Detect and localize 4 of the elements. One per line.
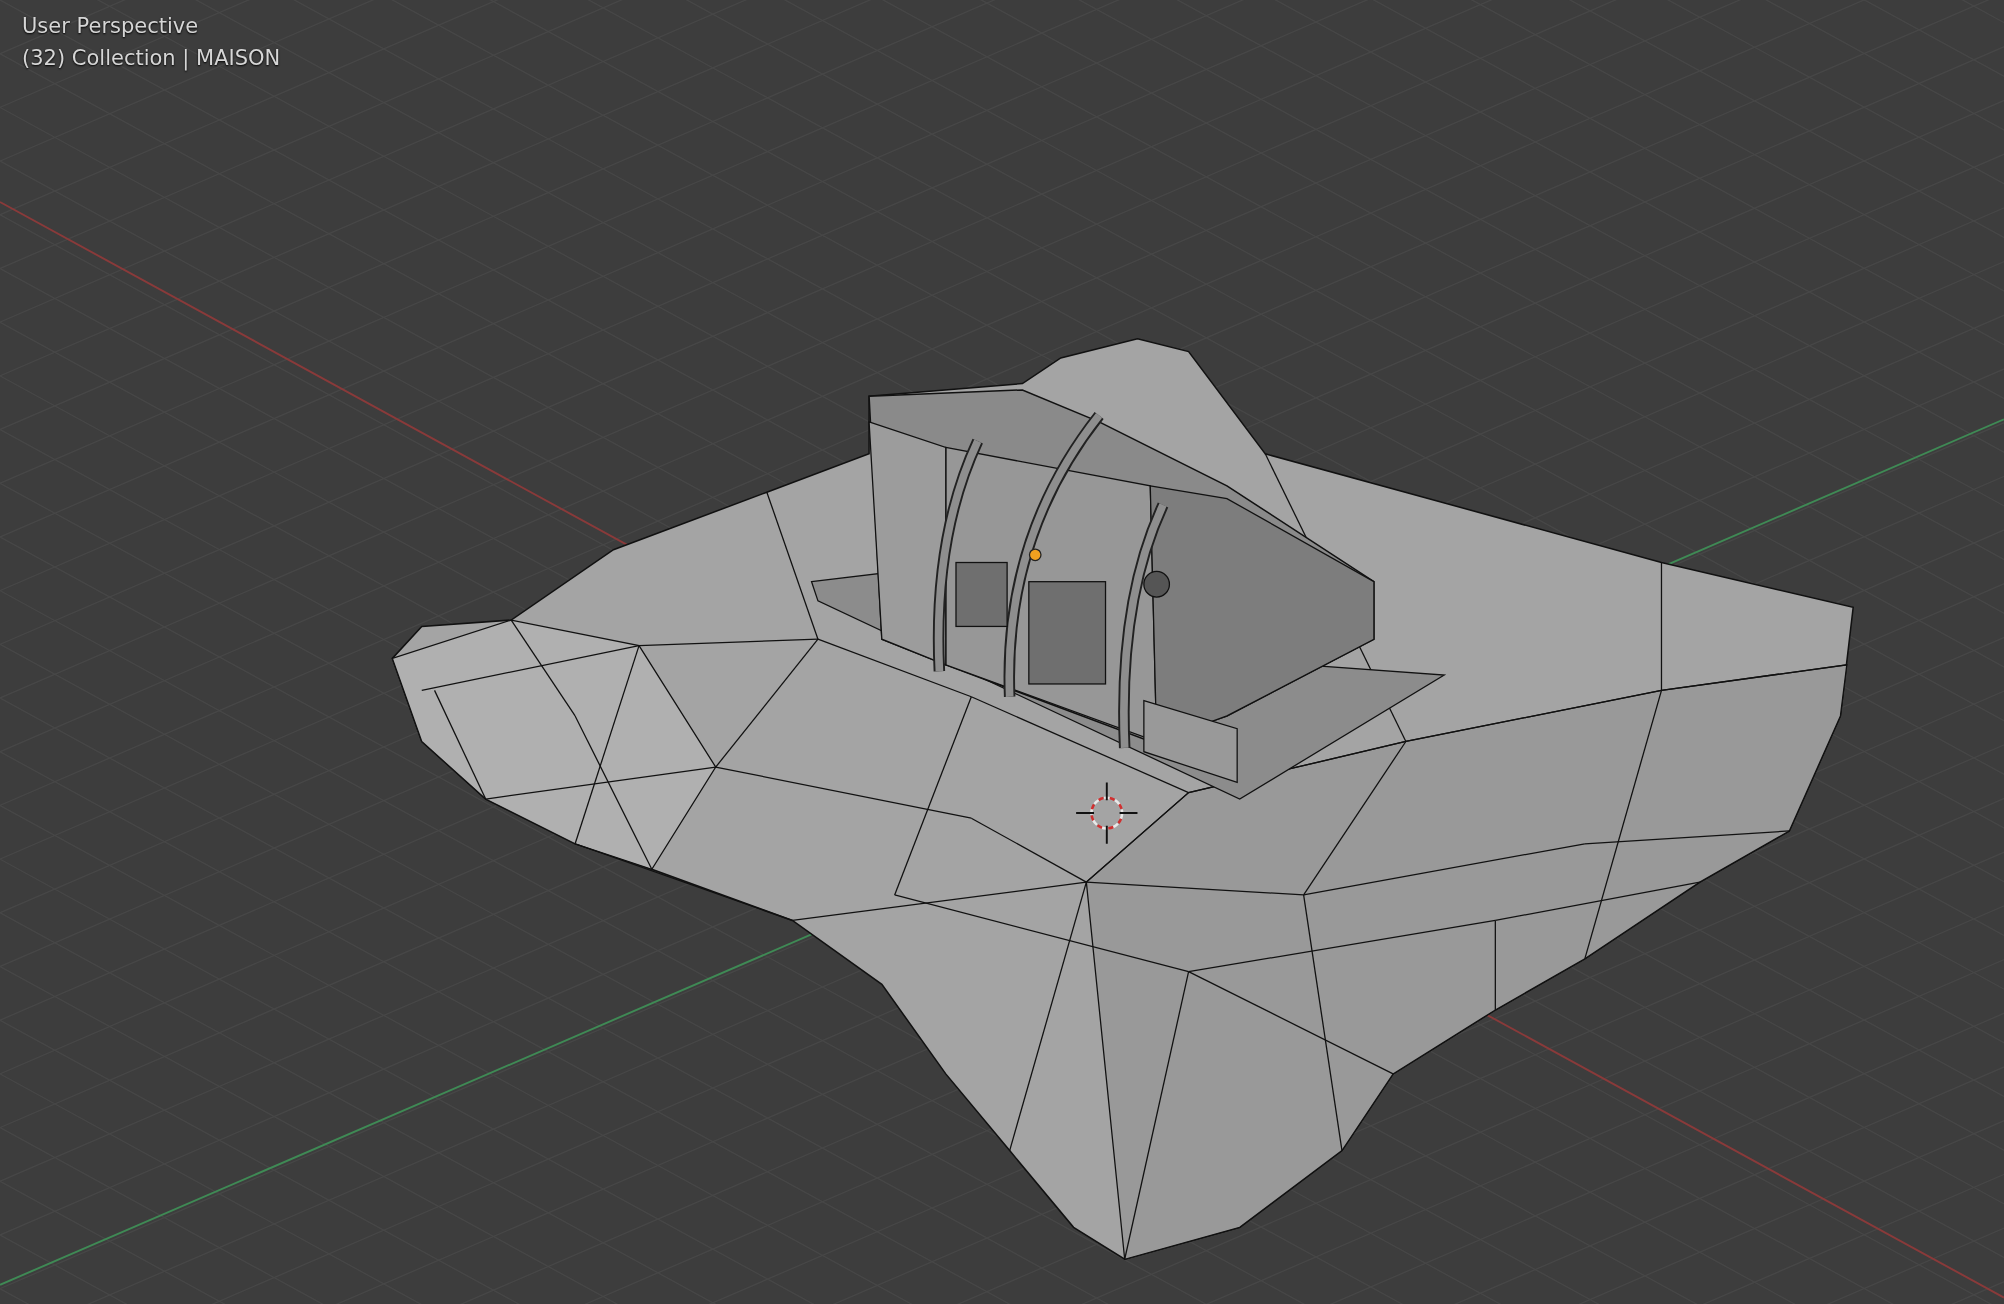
3d-cursor-icon	[1075, 781, 1139, 845]
object-info-text: (32) Collection | MAISON	[22, 46, 281, 70]
origin-dot-icon	[1028, 548, 1042, 562]
view-name-text: User Perspective	[22, 14, 199, 38]
